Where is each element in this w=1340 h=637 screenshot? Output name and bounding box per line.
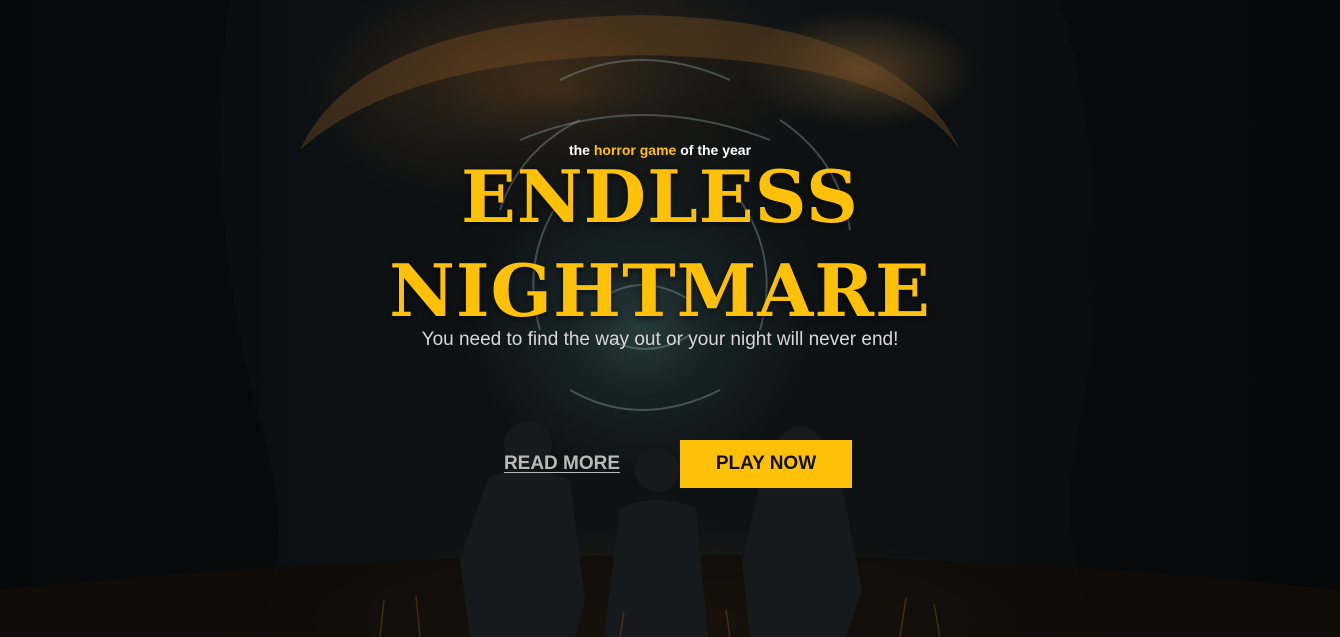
hero-content: the horror game of the year ENDLESS NIGH… (0, 0, 1340, 637)
hero-section: the horror game of the year ENDLESS NIGH… (0, 0, 1340, 637)
play-now-button[interactable]: PLAY NOW (680, 440, 852, 488)
title-line-2: NIGHTMARE (389, 248, 931, 333)
read-more-link[interactable]: READ MORE (495, 449, 629, 479)
title-line-1: ENDLESS (460, 154, 860, 239)
subtitle: You need to find the way out or your nig… (421, 329, 899, 350)
